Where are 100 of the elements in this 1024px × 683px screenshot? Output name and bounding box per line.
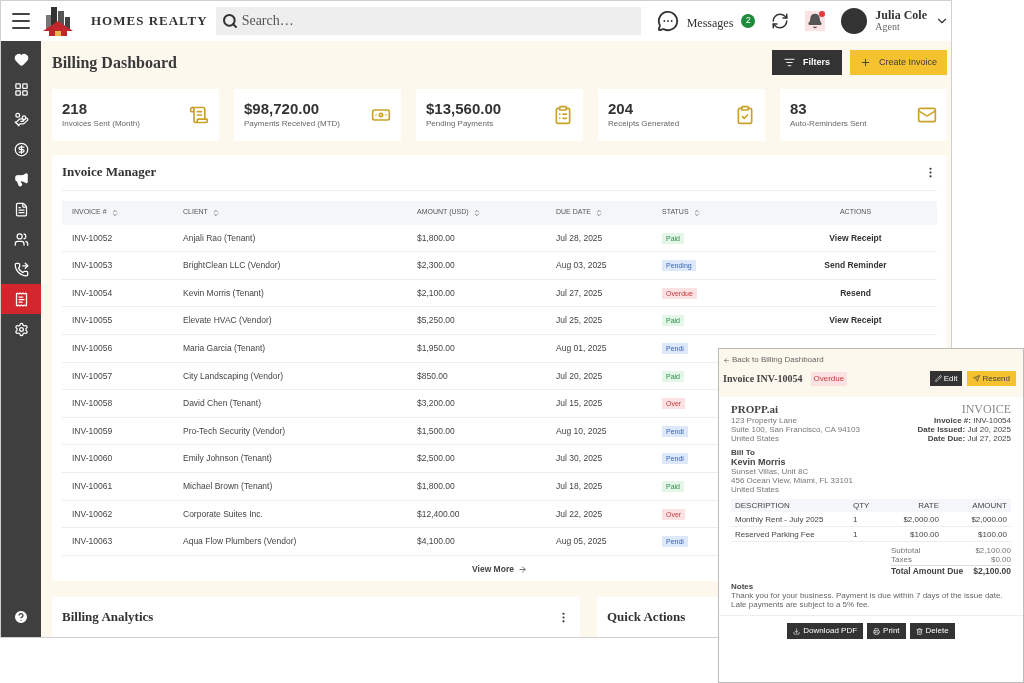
table-cell-text: INV-10057 bbox=[71, 369, 114, 383]
table-cell-text: INV-10061 bbox=[71, 479, 114, 493]
table-cell-text: Monthly Rent - July 2025 bbox=[735, 514, 825, 524]
table-cell-text: BrightClean LLC (Vendor) bbox=[183, 259, 282, 272]
search-field[interactable]: Search… bbox=[215, 7, 641, 35]
stat-value: 204 bbox=[608, 99, 635, 118]
table-cell-text: Corporate Suites Inc. bbox=[183, 507, 264, 521]
table-cell-text: $5,250.00 bbox=[417, 314, 456, 328]
table-cell-text: David Chen (Tenant) bbox=[183, 397, 262, 410]
table-cell-text: Aug 03, 2025 bbox=[556, 259, 608, 272]
total-due-value: $2,100.00 bbox=[973, 566, 1011, 577]
table-cell-text: Aqua Flow Plumbers (Vendor) bbox=[183, 535, 298, 548]
table-cell-text: $2,100.00 bbox=[417, 286, 456, 300]
notes-text: Thank you for your business. Payment is due within 7 days of the issue date. Late payments are subject to a 5% fee. bbox=[731, 591, 1004, 609]
document-title: INVOICE bbox=[961, 403, 1011, 416]
filters-button[interactable]: Filters bbox=[772, 50, 842, 76]
table-cell-text: $12,400.00 bbox=[417, 507, 461, 521]
table-cell-text: 1 bbox=[853, 514, 859, 524]
table-cell-text: INV-10054 bbox=[71, 286, 114, 300]
table-cell-text: INV-10059 bbox=[71, 424, 114, 438]
action-button[interactable]: Download PDF bbox=[787, 623, 864, 639]
table-cell-text: $2,000.00 bbox=[902, 514, 939, 524]
message-count: 2 bbox=[741, 14, 756, 28]
page-title: Billing Dashboard bbox=[52, 52, 177, 74]
stat-label: Pending Payments bbox=[426, 117, 495, 130]
table-cell-text: $1,800.00 bbox=[417, 231, 456, 245]
column-header: AMOUNT bbox=[971, 501, 1007, 510]
table-cell-text: $1,500.00 bbox=[417, 424, 456, 438]
table-cell-text: $100.00 bbox=[977, 529, 1007, 539]
action-link[interactable]: Send Reminder bbox=[774, 259, 937, 272]
action-button[interactable]: Print bbox=[867, 623, 906, 639]
user-role: Agent bbox=[875, 21, 901, 32]
client-name: Kevin Morris bbox=[731, 457, 787, 467]
view-more-link[interactable]: View More bbox=[472, 562, 527, 576]
stat-label: Receipts Generated bbox=[608, 117, 680, 130]
user-name: Julia Cole bbox=[875, 10, 927, 21]
stat-value: 218 bbox=[62, 99, 89, 118]
address-line: 123 Property Lane bbox=[731, 416, 798, 425]
table-cell-text: $2,000.00 bbox=[970, 514, 1007, 524]
brand-name: HOMES REALTY bbox=[91, 12, 208, 31]
table-cell-text: INV-10062 bbox=[71, 507, 114, 521]
table-cell-text: INV-10058 bbox=[71, 397, 114, 410]
create-invoice-button[interactable]: Create Invoice bbox=[850, 50, 947, 76]
stat-label: Auto-Reminders Sent bbox=[790, 117, 867, 130]
table-cell-text: Jul 27, 2025 bbox=[556, 286, 604, 300]
table-cell-text: $3,200.00 bbox=[417, 397, 456, 410]
back-link[interactable]: Back to Billing Dashboard bbox=[723, 354, 1019, 366]
total-label: Taxes bbox=[891, 555, 912, 564]
column-header: QTY bbox=[853, 501, 871, 510]
action-link[interactable]: Resend bbox=[774, 286, 937, 300]
table-cell-text: Reserved Parking Fee bbox=[735, 529, 816, 539]
table-cell-text: Emily Johnson (Tenant) bbox=[183, 452, 273, 466]
stat-label: Invoices Sent (Month) bbox=[62, 117, 140, 130]
total-label: Subtotal bbox=[891, 546, 921, 555]
table-cell-text: $850.00 bbox=[417, 369, 449, 383]
invoice-meta: Date Due: Jul 27, 2025 bbox=[927, 434, 1011, 443]
table-cell-text: $4,100.00 bbox=[417, 535, 456, 548]
table-cell-text: Jul 25, 2025 bbox=[556, 314, 604, 328]
stat-label: Payments Received (MTD) bbox=[244, 117, 341, 130]
card-title: Invoice Manager bbox=[62, 163, 157, 182]
table-cell-text: Pro-Tech Security (Vendor) bbox=[183, 424, 287, 438]
action-button[interactable]: Delete bbox=[909, 623, 955, 639]
address-line: Sunset Villas, Unit 8C bbox=[731, 467, 810, 476]
stat-value: $13,560.00 bbox=[426, 99, 502, 118]
action-link[interactable]: View Receipt bbox=[774, 314, 937, 328]
table-cell-text: Aug 05, 2025 bbox=[556, 535, 608, 548]
total-due-label: Total Amount Due bbox=[891, 566, 964, 577]
table-cell-text: Elevate HVAC (Vendor) bbox=[183, 314, 273, 328]
table-cell-text: Michael Brown (Tenant) bbox=[183, 479, 274, 493]
action-link[interactable]: View Receipt bbox=[774, 231, 937, 245]
table-cell-text: Aug 01, 2025 bbox=[556, 341, 608, 355]
table-cell-text: Jul 20, 2025 bbox=[556, 369, 604, 383]
table-cell-text: Aug 10, 2025 bbox=[556, 424, 608, 438]
table-cell-text: Jul 15, 2025 bbox=[556, 397, 604, 410]
edit-button[interactable]: Edit bbox=[929, 371, 963, 386]
table-cell-text: $100.00 bbox=[909, 529, 939, 539]
total-value: $2,100.00 bbox=[975, 546, 1011, 555]
table-cell-text: INV-10056 bbox=[71, 341, 114, 355]
table-cell-text: Jul 22, 2025 bbox=[556, 507, 604, 521]
column-header: RATE bbox=[917, 501, 939, 510]
bill-to-label: Bill To bbox=[731, 448, 756, 457]
invoice-meta: Invoice #: INV-10054 bbox=[934, 416, 1011, 425]
status-badge: Overdue bbox=[810, 371, 848, 386]
company-name: PROPP.ai bbox=[731, 403, 779, 416]
messages-link[interactable]: Messages bbox=[686, 14, 734, 32]
table-cell-text: INV-10053 bbox=[71, 259, 114, 272]
invoice-meta: Date Issued: Jul 20, 2025 bbox=[917, 425, 1011, 434]
table-cell-text: City Landscaping (Vendor) bbox=[183, 369, 285, 383]
table-cell-text: INV-10052 bbox=[71, 231, 114, 245]
total-value: $0.00 bbox=[990, 555, 1011, 564]
table-cell-text: INV-10060 bbox=[71, 452, 114, 466]
table-cell-text: 1 bbox=[853, 529, 859, 539]
table-cell-text: $2,500.00 bbox=[417, 452, 456, 466]
invoice-title: Invoice INV-10054 bbox=[723, 372, 803, 386]
address-line: Suite 100, San Francisco, CA 94103 bbox=[731, 425, 860, 434]
resend-button[interactable]: Resend bbox=[967, 371, 1016, 386]
table-cell-text: Maria Garcia (Tenant) bbox=[183, 341, 267, 355]
table-cell-text: INV-10063 bbox=[71, 535, 114, 548]
column-header: DESCRIPTION bbox=[735, 501, 791, 510]
stat-value: $98,720.00 bbox=[244, 99, 321, 118]
